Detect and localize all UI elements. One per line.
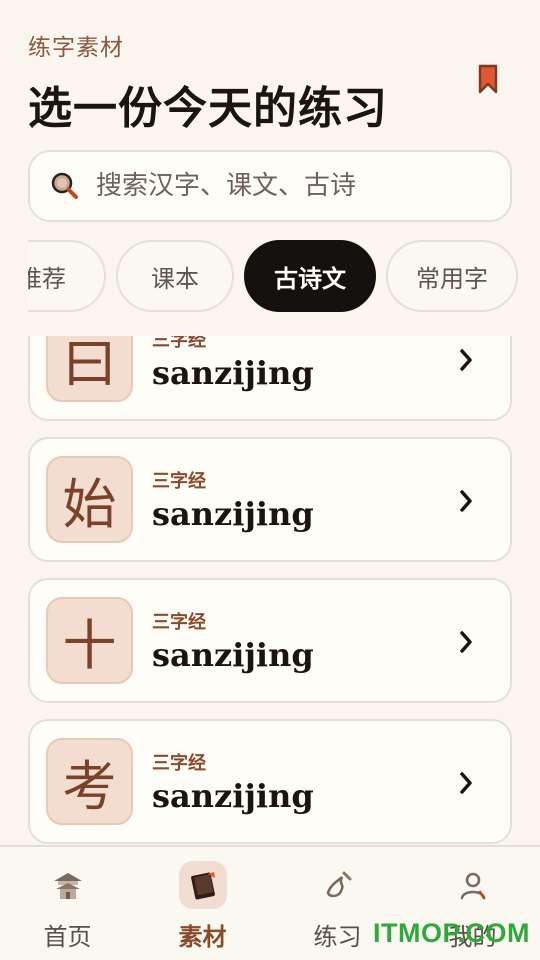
card-category: 三字经 [152, 753, 206, 774]
char-tile: 曰 [46, 336, 133, 402]
search-bar[interactable] [28, 150, 512, 222]
nav-label: 素材 [178, 923, 227, 951]
char-tile: 十 [46, 597, 133, 684]
nav-home[interactable]: 首页 [0, 847, 135, 960]
chevron-right-icon [460, 631, 472, 653]
materials-icon [179, 861, 227, 909]
card-title: sanzijing [152, 777, 314, 815]
tab-common-chars[interactable]: 常用字 [386, 240, 518, 312]
tab-label: 常用字 [416, 264, 488, 293]
material-card[interactable]: 考 三字经 sanzijing [28, 719, 512, 844]
profile-icon [449, 861, 497, 909]
tab-label: 推荐 [28, 264, 66, 293]
char-tile: 始 [46, 456, 133, 543]
card-title: sanzijing [152, 354, 314, 392]
bookmark-icon[interactable] [478, 64, 498, 94]
practice-icon [314, 861, 362, 909]
category-tabs: 推荐 课本 古诗文 常用字 [28, 240, 540, 312]
material-card[interactable]: 始 三字经 sanzijing [28, 437, 512, 562]
card-category: 三字经 [152, 612, 206, 633]
nav-label: 首页 [43, 923, 92, 951]
search-input[interactable] [96, 171, 476, 201]
chevron-right-icon [460, 772, 472, 794]
home-icon [44, 861, 92, 909]
tab-textbook[interactable]: 课本 [116, 240, 234, 312]
section-label: 练字素材 [28, 35, 124, 61]
material-list[interactable]: 曰 三字经 sanzijing 始 三字经 sanzijing 十 三字经 sa… [0, 336, 540, 845]
nav-materials[interactable]: 素材 [135, 847, 270, 960]
card-category: 三字经 [152, 471, 206, 492]
card-category: 三字经 [152, 336, 206, 351]
chevron-right-icon [460, 349, 472, 371]
search-icon [51, 172, 78, 199]
tab-classical-poetry[interactable]: 古诗文 [244, 240, 376, 312]
card-title: sanzijing [152, 495, 314, 533]
header: 练字素材 选一份今天的练习 [28, 28, 512, 136]
page-title: 选一份今天的练习 [28, 83, 388, 134]
card-title: sanzijing [152, 636, 314, 674]
material-card[interactable]: 曰 三字经 sanzijing [28, 336, 512, 421]
tab-label: 课本 [151, 264, 199, 293]
material-card[interactable]: 十 三字经 sanzijing [28, 578, 512, 703]
char-tile: 考 [46, 738, 133, 825]
tab-recommended[interactable]: 推荐 [28, 240, 106, 312]
watermark: ITMOP.COM [372, 918, 530, 948]
tab-label: 古诗文 [274, 264, 346, 293]
chevron-right-icon [460, 490, 472, 512]
